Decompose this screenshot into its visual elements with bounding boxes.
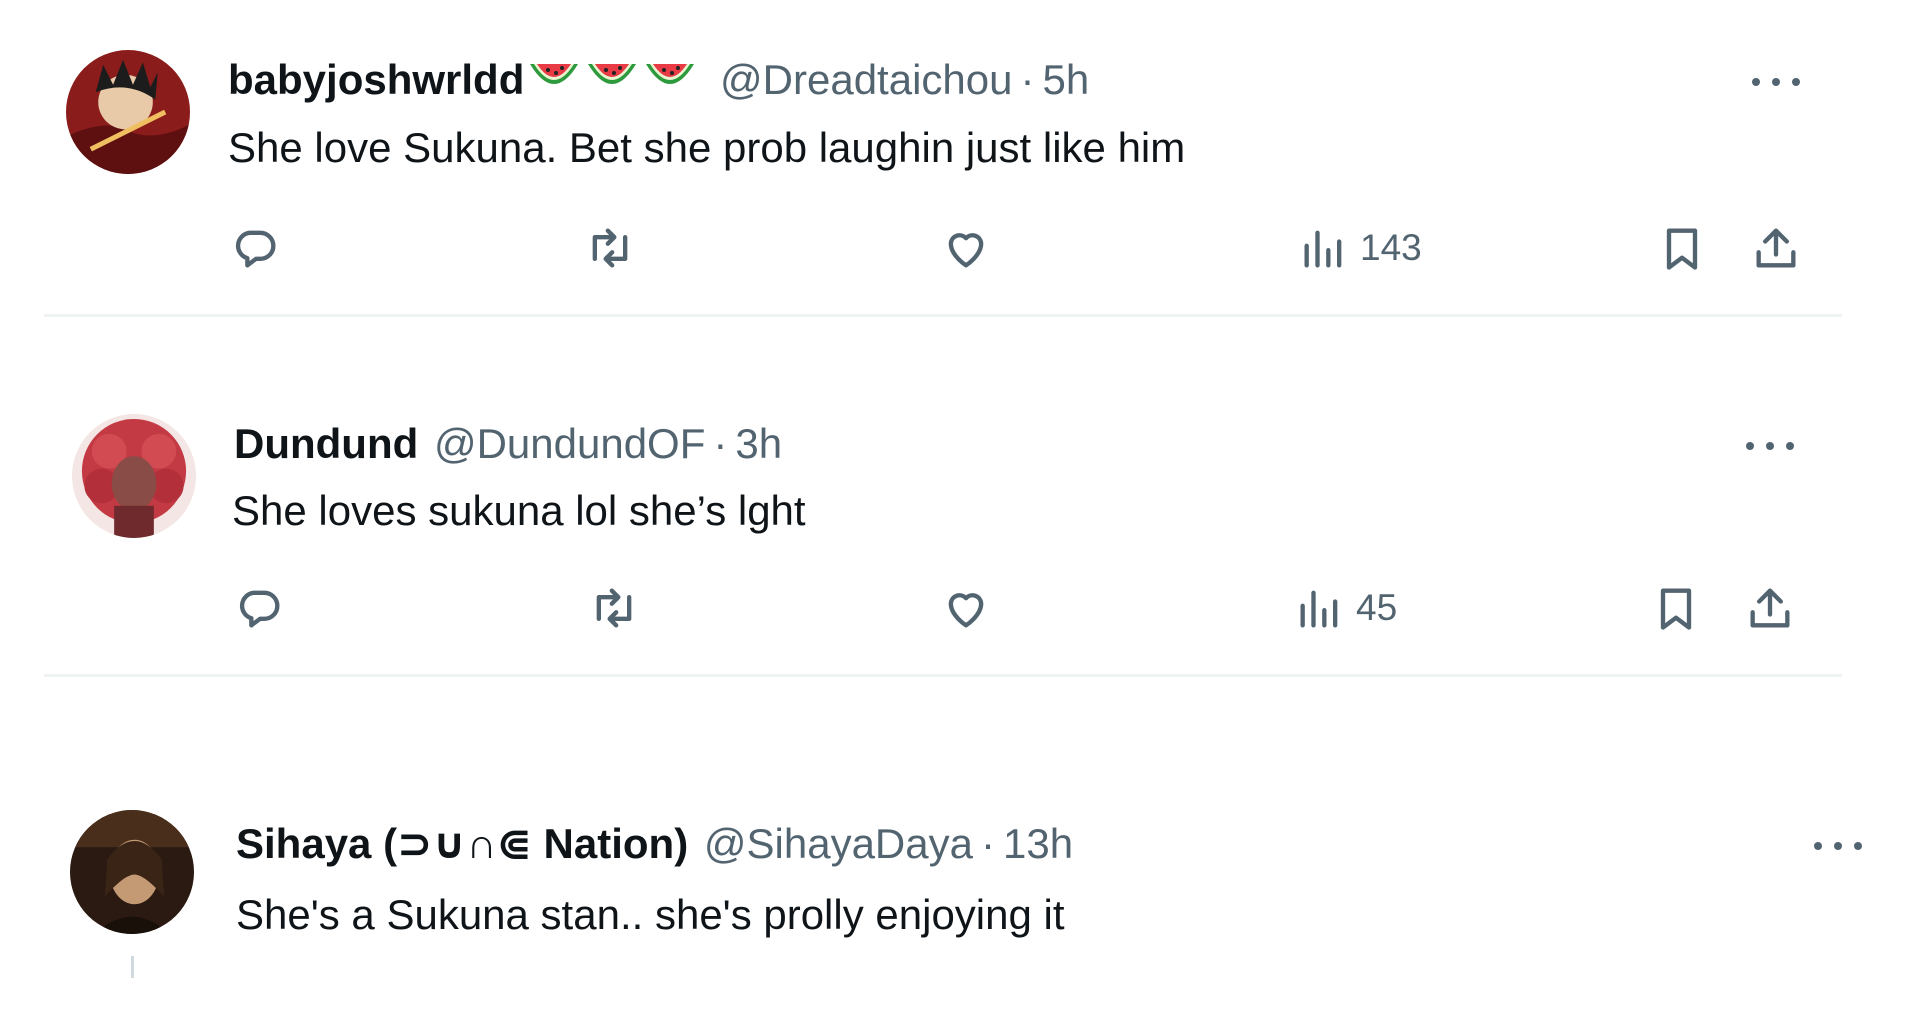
repost-button[interactable] <box>584 218 636 278</box>
avatar[interactable] <box>70 810 194 934</box>
reply-tweet[interactable]: babyjoshwrldd @Dreadtaichou · 5h She love … <box>0 0 1920 320</box>
avatar[interactable] <box>72 414 196 538</box>
repost-icon <box>592 228 628 268</box>
repost-button[interactable] <box>588 578 640 638</box>
bookmark-button[interactable] <box>1656 218 1708 278</box>
timestamp[interactable]: 5h <box>1043 56 1090 103</box>
views-count: 45 <box>1356 587 1398 628</box>
separator: · <box>713 420 728 467</box>
separator: · <box>1020 56 1035 103</box>
views-button[interactable]: 143 <box>1298 218 1422 278</box>
reply-button[interactable] <box>234 578 286 638</box>
display-name[interactable]: Dundund <box>234 420 418 467</box>
share-button[interactable] <box>1744 578 1796 638</box>
action-bar: 45 <box>0 578 1920 638</box>
separator: · <box>980 820 995 867</box>
more-icon[interactable] <box>1748 72 1804 92</box>
bookmark-icon <box>1666 228 1698 270</box>
more-icon[interactable] <box>1742 436 1798 456</box>
repost-icon <box>596 588 632 628</box>
share-icon <box>1756 228 1796 268</box>
share-button[interactable] <box>1750 218 1802 278</box>
display-name[interactable]: Sihaya (⊃∪∩⋐ Nation) <box>236 820 688 867</box>
tweet-text: She loves sukuna lol she’s lght <box>232 487 806 534</box>
watermelon-icon <box>524 56 582 103</box>
watermelon-icon <box>582 56 640 103</box>
reply-tweet[interactable]: Dundund @DundundOF · 3h She loves sukuna l… <box>0 320 1920 680</box>
reply-button[interactable] <box>230 218 282 278</box>
views-count: 143 <box>1360 227 1422 268</box>
more-icon[interactable] <box>1810 836 1866 856</box>
divider <box>44 314 1842 317</box>
watermelon-icon <box>640 56 698 103</box>
tweet-text: She love Sukuna. Bet she prob laughin ju… <box>228 124 1186 171</box>
share-icon <box>1750 588 1790 628</box>
like-button[interactable] <box>940 578 992 638</box>
display-name[interactable]: babyjoshwrldd <box>228 56 524 103</box>
views-icon <box>1304 230 1342 268</box>
like-icon <box>948 593 984 628</box>
action-bar: 143 <box>0 218 1920 278</box>
user-handle[interactable]: @Dreadtaichou <box>720 56 1012 103</box>
timestamp[interactable]: 3h <box>735 420 782 467</box>
reply-tweet[interactable]: Sihaya (⊃∪∩⋐ Nation) @SihayaDaya · 13h She… <box>0 680 1920 1011</box>
timestamp[interactable]: 13h <box>1003 820 1073 867</box>
divider <box>44 674 1842 677</box>
thread-line <box>131 956 134 978</box>
like-button[interactable] <box>940 218 992 278</box>
bookmark-button[interactable] <box>1650 578 1702 638</box>
bookmark-icon <box>1660 588 1692 630</box>
like-icon <box>948 233 984 268</box>
views-icon <box>1300 590 1338 628</box>
user-handle[interactable]: @SihayaDaya <box>704 820 973 867</box>
reply-icon <box>239 590 280 628</box>
avatar[interactable] <box>66 50 190 174</box>
user-handle[interactable]: @DundundOF <box>434 420 705 467</box>
tweet-text: She's a Sukuna stan.. she's prolly enjoy… <box>236 891 1065 938</box>
views-button[interactable]: 45 <box>1294 578 1397 638</box>
reply-icon <box>235 230 276 268</box>
